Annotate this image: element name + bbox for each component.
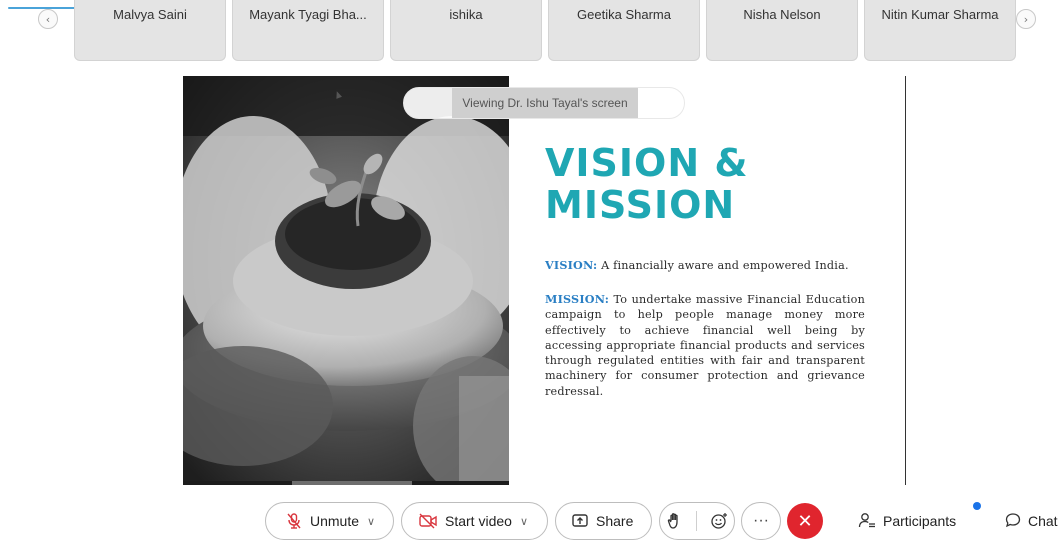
chevron-down-icon[interactable]: ∨ (520, 515, 528, 528)
share-label: Share (596, 513, 634, 529)
participant-name: Nitin Kumar Sharma (881, 7, 999, 22)
mission-label: MISSION: (545, 292, 610, 306)
previous-participants-button[interactable]: ‹ (38, 9, 58, 29)
microphone-muted-icon (285, 512, 303, 530)
vision-text: A financially aware and empowered India. (597, 259, 849, 272)
raise-hand-icon[interactable] (667, 512, 683, 530)
participants-icon (858, 511, 876, 532)
participant-name: ishika (449, 7, 483, 22)
chat-label: Chat (1028, 513, 1058, 529)
vision-statement: VISION: A financially aware and empowere… (545, 258, 865, 273)
slide-title: VISION & MISSION (545, 141, 749, 227)
vision-label: VISION: (545, 258, 598, 272)
start-video-button[interactable]: Start video ∨ (401, 502, 548, 540)
participant-tile[interactable]: ishika (390, 0, 542, 61)
reactions-group (659, 502, 735, 540)
chevron-down-icon[interactable]: ∨ (367, 515, 375, 528)
share-screen-icon (571, 512, 589, 530)
chat-button[interactable]: Chat (1005, 510, 1060, 532)
participant-name: Nisha Nelson (743, 7, 821, 22)
participant-strip: Malvya Saini Mayank Tyagi Bha... ishika … (74, 0, 1022, 61)
unmute-label: Unmute (310, 513, 360, 529)
chevron-right-icon: › (1023, 12, 1029, 26)
viewing-screen-label: Viewing Dr. Ishu Tayal's screen (462, 96, 628, 110)
notification-badge (973, 502, 981, 510)
chat-bubble-icon (1005, 512, 1021, 531)
participants-label: Participants (883, 513, 957, 529)
participant-tile[interactable]: Mayank Tyagi Bha... (232, 0, 384, 61)
start-video-label: Start video (445, 513, 512, 529)
participant-name: Mayank Tyagi Bha... (249, 7, 367, 22)
more-icon: ··· (753, 512, 769, 529)
divider (695, 511, 697, 531)
end-call-button[interactable]: ✕ (787, 503, 823, 539)
chevron-left-icon: ‹ (45, 12, 51, 26)
close-icon: ✕ (797, 510, 813, 532)
camera-off-icon (418, 512, 438, 530)
viewing-screen-banner: Viewing Dr. Ishu Tayal's screen (403, 87, 685, 119)
emoji-reaction-icon[interactable] (710, 512, 728, 530)
participants-button[interactable]: Participants (858, 510, 956, 532)
participant-tile[interactable]: Geetika Sharma (548, 0, 700, 61)
unmute-button[interactable]: Unmute ∨ (265, 502, 394, 540)
more-options-button[interactable]: ··· (741, 502, 781, 540)
shared-screen: VISION & MISSION VISION: A financially a… (183, 76, 906, 485)
shared-screen-bottom-highlight (292, 481, 412, 485)
share-button[interactable]: Share (555, 502, 652, 540)
next-participants-button[interactable]: › (1016, 9, 1036, 29)
participant-name: Geetika Sharma (577, 7, 671, 22)
participant-tile[interactable]: Nitin Kumar Sharma (864, 0, 1016, 61)
hands-holding-seedling-image (183, 76, 509, 485)
mission-statement: MISSION: To undertake massive Financial … (545, 292, 865, 399)
participant-tile[interactable]: Nisha Nelson (706, 0, 858, 61)
participant-tile[interactable]: Malvya Saini (74, 0, 226, 61)
participant-name: Malvya Saini (113, 7, 187, 22)
shared-screen-edge (905, 76, 906, 485)
mission-text: To undertake massive Financial Education… (545, 293, 865, 398)
